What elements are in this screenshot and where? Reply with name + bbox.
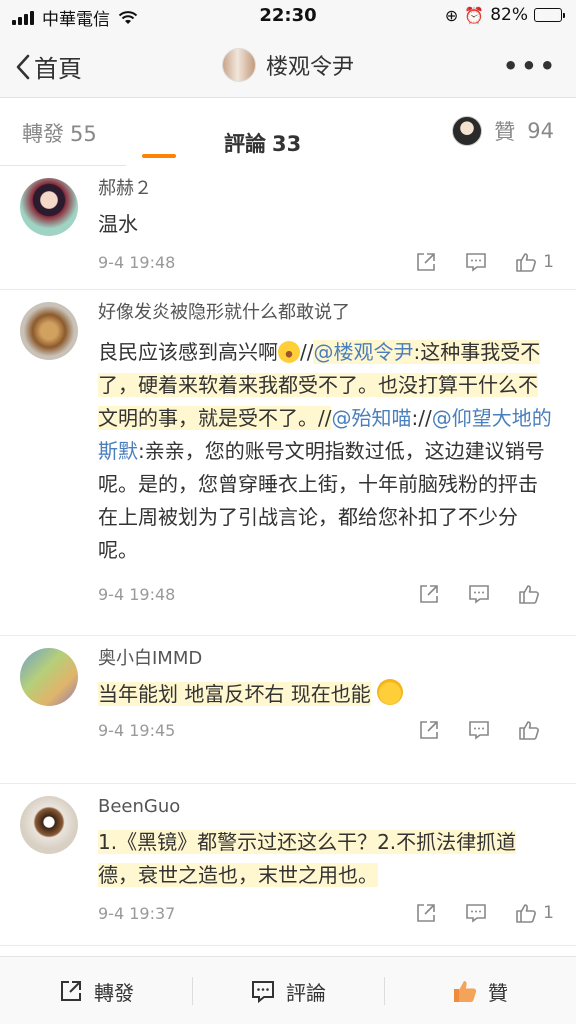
avatar[interactable] — [20, 648, 78, 706]
active-tab-indicator — [142, 154, 176, 158]
thumbs-up-icon — [519, 585, 539, 604]
avatar[interactable] — [20, 796, 78, 854]
comment-item[interactable]: 好像发炎被隐形就什么都敢说了 良民应该感到高兴啊//@楼观令尹:这种事我受不了，… — [0, 290, 576, 636]
liker-avatar — [452, 116, 483, 146]
comment-icon — [469, 721, 489, 740]
comment-username[interactable]: BeenGuo — [98, 794, 554, 820]
comment-text-part: 当年能划 地富反坏右 现在也能 — [98, 682, 371, 706]
like-button[interactable] — [518, 583, 546, 605]
avatar[interactable] — [20, 302, 78, 360]
avatar[interactable] — [20, 178, 78, 236]
reply-button[interactable] — [465, 902, 487, 924]
comment-meta: 9-4 19:48 1 — [98, 251, 554, 279]
battery-percent: 82% — [490, 5, 528, 25]
comment-item[interactable]: BeenGuo 1.《黑镜》都警示过还这么干？2.不抓法律抓道德，衰世之造也，末… — [0, 784, 576, 946]
comment-text-part: :// — [411, 406, 432, 430]
comment-username[interactable]: 好像发炎被隐形就什么都敢说了 — [98, 300, 554, 326]
comment-meta: 9-4 19:48 — [98, 583, 554, 611]
author-avatar[interactable] — [221, 48, 256, 82]
tab-comments-label: 評論 — [224, 132, 266, 156]
comment-actions — [418, 719, 546, 741]
orientation-lock-icon: ⊕ — [444, 5, 459, 25]
comment-time: 9-4 19:48 — [98, 253, 176, 272]
share-button[interactable] — [415, 902, 437, 924]
comment-item[interactable]: 奥小白IMMD 当年能划 地富反坏右 现在也能 9-4 19:45 — [0, 636, 576, 784]
comment-text: 当年能划 地富反坏右 现在也能 — [98, 678, 554, 711]
thumbs-up-icon — [516, 253, 537, 272]
comment-icon — [469, 585, 489, 604]
like-label: 贊 — [488, 980, 508, 1005]
tab-reposts[interactable]: 轉發 55 — [22, 118, 97, 148]
status-bar: 中華電信 22:30 ⊕ ⏰ 82% — [0, 0, 576, 32]
comment-text: 1.《黑镜》都警示过还这么干？2.不抓法律抓道德，衰世之造也，末世之用也。 — [98, 826, 554, 892]
mention-link[interactable]: @楼观令尹 — [313, 340, 414, 364]
status-right: ⊕ ⏰ 82% — [444, 5, 565, 25]
comment-time: 9-4 19:48 — [98, 585, 176, 604]
tab-likes-count: 94 — [527, 119, 554, 143]
author-name: 楼观令尹 — [265, 55, 354, 80]
comment-label: 評論 — [286, 980, 326, 1005]
comment-time: 9-4 19:45 — [98, 721, 176, 740]
comment-username[interactable]: 奥小白IMMD — [98, 646, 554, 672]
comment-actions: 1 — [415, 902, 554, 924]
smiling-emoji-icon — [377, 679, 404, 705]
comment-item[interactable]: 郝赫２ 温水 9-4 19:48 1 — [0, 166, 576, 290]
weibo-comments-screen: 中華電信 22:30 ⊕ ⏰ 82% 首頁 楼观令尹 ••• 轉發 55 評論 … — [0, 0, 576, 1024]
comment-icon — [466, 253, 486, 272]
like-button[interactable]: 1 — [515, 251, 554, 273]
comment-text-part: 1.《黑镜》都警示过还这么干？2.不抓法律抓道德，衰世之造也，末世之用也。 — [98, 830, 517, 887]
comment-text-part: // — [300, 340, 314, 364]
comment-text: 良民应该感到高兴啊//@楼观令尹:这种事我受不了，硬着来软着来我都受不了。也没打… — [98, 336, 554, 567]
comment-icon — [252, 981, 274, 1004]
share-button[interactable] — [418, 719, 440, 741]
comment-meta: 9-4 19:37 1 — [98, 902, 554, 930]
share-icon — [61, 981, 81, 1001]
more-options-button[interactable]: ••• — [503, 52, 558, 80]
comment-icon — [466, 904, 486, 923]
comment-text-part: 良民应该感到高兴啊 — [98, 340, 278, 364]
tab-likes-label: 贊 — [494, 120, 516, 144]
laughing-emoji-icon — [278, 341, 300, 363]
tab-reposts-count: 55 — [70, 122, 97, 146]
nav-bar: 首頁 楼观令尹 ••• — [0, 32, 576, 98]
tab-comments-count: 33 — [272, 132, 302, 156]
share-icon — [420, 721, 438, 739]
comment-actions: 1 — [415, 251, 554, 273]
comment-meta: 9-4 19:45 — [98, 719, 554, 747]
comment-username[interactable]: 郝赫２ — [98, 176, 554, 202]
comment-time: 9-4 19:37 — [98, 904, 176, 923]
comment-text-part: :亲亲，您的账号文明指数过低，这边建议销号呢。是的，您曾穿睡衣上街，十年前脑残粉… — [98, 439, 545, 562]
like-count: 1 — [543, 252, 554, 272]
like-button[interactable]: 贊 — [384, 957, 576, 1024]
nav-title[interactable]: 楼观令尹 — [0, 48, 576, 82]
comment-button[interactable]: 評論 — [192, 957, 384, 1024]
alarm-icon: ⏰ — [464, 5, 485, 25]
share-icon — [417, 253, 435, 271]
share-button[interactable] — [415, 251, 437, 273]
tab-bar: 轉發 55 評論 33 贊 94 — [0, 98, 576, 175]
thumbs-up-icon — [516, 904, 537, 923]
comment-text: 温水 — [98, 212, 138, 236]
thumbs-up-icon — [454, 981, 477, 1002]
tab-likes[interactable]: 贊 94 — [452, 116, 554, 146]
battery-icon — [534, 8, 565, 22]
comment-actions — [418, 583, 546, 605]
thumbs-up-icon — [519, 721, 539, 740]
share-icon — [417, 904, 435, 922]
share-icon — [420, 585, 438, 603]
like-count: 1 — [543, 903, 554, 923]
tab-reposts-label: 轉發 — [22, 122, 64, 146]
reply-button[interactable] — [468, 719, 490, 741]
share-button[interactable] — [418, 583, 440, 605]
reply-button[interactable] — [468, 583, 490, 605]
like-button[interactable] — [518, 719, 546, 741]
repost-button[interactable]: 轉發 — [0, 957, 192, 1024]
reply-button[interactable] — [465, 251, 487, 273]
comment-list: 郝赫２ 温水 9-4 19:48 1 好像发炎被隐形就什么都敢说了 良民应该感到… — [0, 166, 576, 946]
bottom-action-bar: 轉發 評論 贊 — [0, 956, 576, 1024]
repost-label: 轉發 — [94, 980, 134, 1005]
mention-link[interactable]: @殆知喵 — [331, 406, 411, 430]
like-button[interactable]: 1 — [515, 902, 554, 924]
